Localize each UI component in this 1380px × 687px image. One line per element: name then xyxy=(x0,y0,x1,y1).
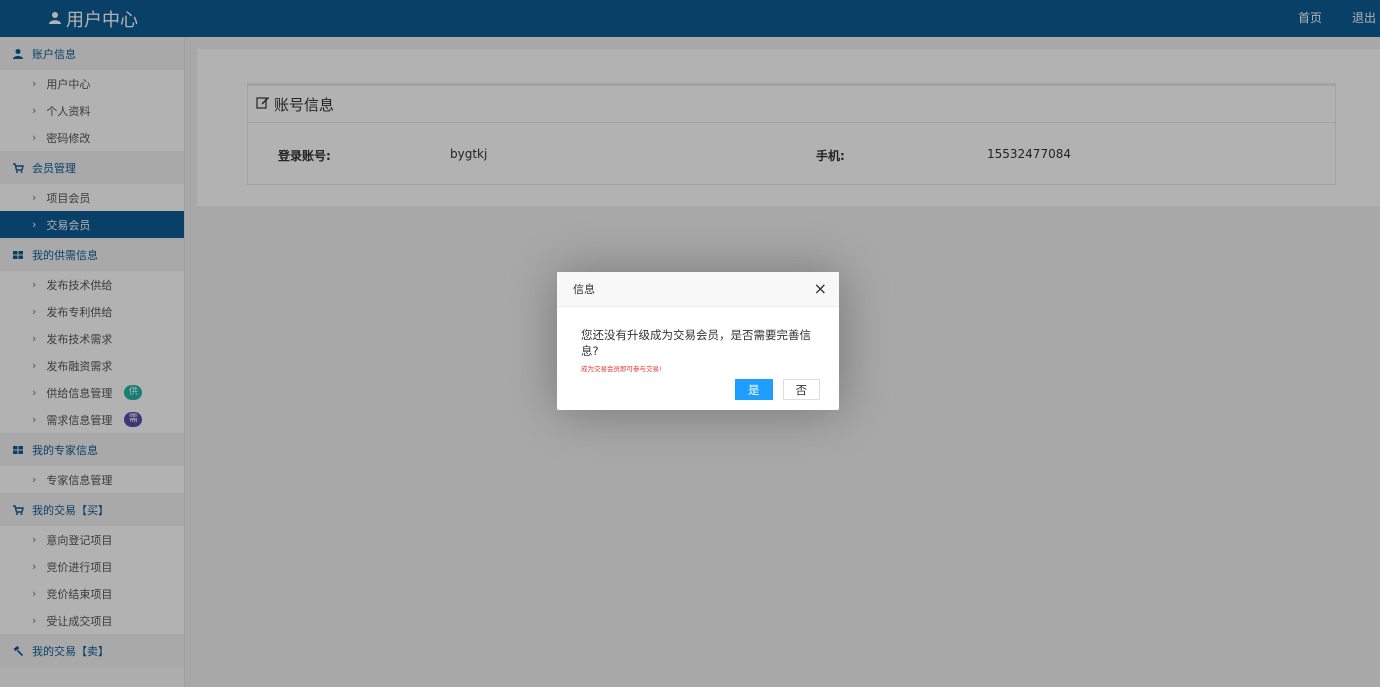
dialog-header: 信息 × xyxy=(557,272,839,307)
dialog-buttons: 是 否 xyxy=(735,379,820,400)
dialog-note: 成为交易会员即可参与交易! xyxy=(581,365,662,373)
dialog-body: 您还没有升级成为交易会员，是否需要完善信息? 成为交易会员即可参与交易! xyxy=(557,307,839,373)
upgrade-dialog: 信息 × 您还没有升级成为交易会员，是否需要完善信息? 成为交易会员即可参与交易… xyxy=(557,272,839,410)
no-button[interactable]: 否 xyxy=(782,379,820,400)
close-icon[interactable]: × xyxy=(814,281,827,297)
yes-button[interactable]: 是 xyxy=(735,379,773,400)
dialog-message: 您还没有升级成为交易会员，是否需要完善信息? xyxy=(581,328,811,358)
dialog-title: 信息 xyxy=(573,283,595,296)
